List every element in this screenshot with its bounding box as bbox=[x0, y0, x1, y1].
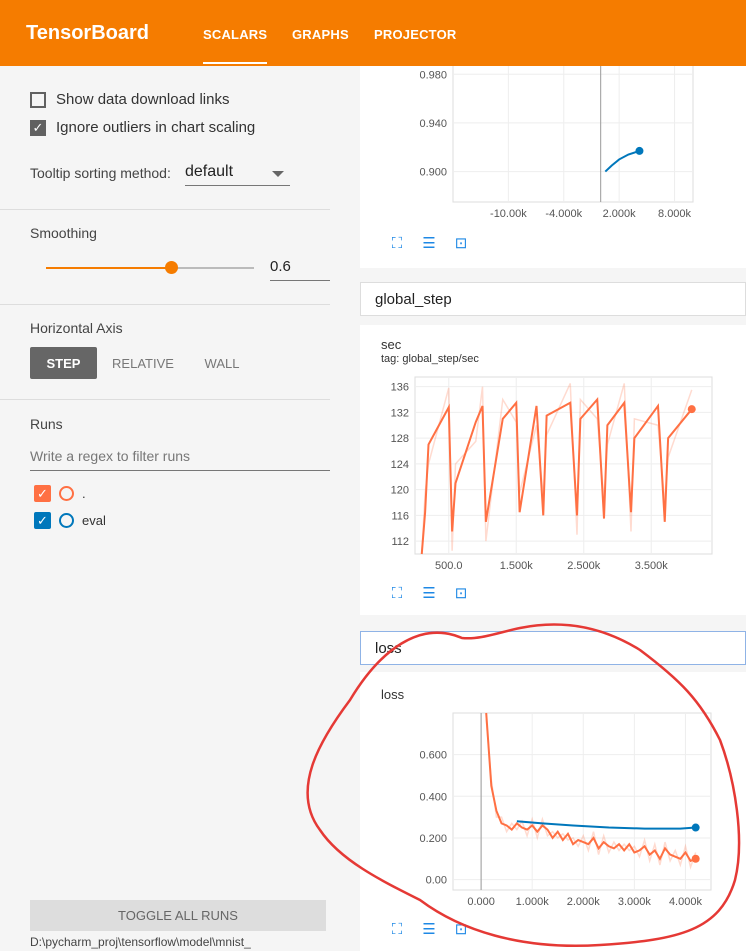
x-tick-label: 1.500k bbox=[500, 560, 534, 572]
y-tick-label: 120 bbox=[391, 485, 409, 497]
runs-label: Runs bbox=[30, 416, 63, 432]
plot-area bbox=[452, 712, 712, 891]
smoothing-slider-handle[interactable] bbox=[164, 261, 178, 274]
tab-graphs[interactable]: GRAPHS bbox=[292, 27, 349, 42]
divider bbox=[0, 304, 330, 305]
smoothing-label: Smoothing bbox=[30, 225, 97, 241]
run-name: eval bbox=[82, 513, 106, 528]
fit-to-screen-icon[interactable]: ⛶ bbox=[387, 234, 407, 252]
ignore-outliers-label: Ignore outliers in chart scaling bbox=[56, 119, 256, 136]
run-checkbox-train[interactable]: ✓ bbox=[34, 485, 51, 502]
raw-series-line bbox=[485, 719, 697, 870]
run-color-icon[interactable] bbox=[59, 513, 74, 528]
chart-toolbar: ⛶ ☰ ⊡ bbox=[387, 584, 471, 603]
group-header-loss[interactable]: loss bbox=[360, 631, 746, 665]
fit-to-screen-icon[interactable]: ⛶ bbox=[387, 584, 407, 602]
run-filter-input[interactable]: Write a regex to filter runs bbox=[30, 448, 330, 471]
tooltip-sorting-value: default bbox=[185, 163, 234, 180]
chart-toolbar: ⛶ ☰ ⊡ bbox=[387, 920, 471, 939]
x-tick-label: 3.500k bbox=[635, 560, 669, 572]
series-end-marker bbox=[691, 854, 700, 863]
x-tick-label: 1.000k bbox=[516, 896, 550, 908]
group-header-global-step[interactable]: global_step bbox=[360, 282, 746, 316]
y-tick-label: 0.600 bbox=[419, 750, 447, 762]
top-app-bar: TensorBoard SCALARS GRAPHS PROJECTOR bbox=[0, 0, 746, 66]
y-tick-label: 0.00 bbox=[426, 875, 447, 887]
x-tick-label: 0.000 bbox=[467, 896, 495, 908]
x-tick-label: 500.0 bbox=[435, 560, 463, 572]
y-tick-label: 136 bbox=[391, 382, 409, 394]
y-tick-label: 0.200 bbox=[419, 833, 447, 845]
series-end-marker bbox=[635, 146, 644, 155]
plot-area bbox=[452, 66, 694, 203]
y-tick-label: 124 bbox=[391, 459, 409, 471]
log-directory: D:\pycharm_proj\tensorflow\model\mnist_ bbox=[30, 935, 251, 949]
x-tick-label: 2.000k bbox=[603, 208, 637, 220]
x-tick-label: -10.00k bbox=[490, 208, 527, 220]
horizontal-axis-step-button[interactable]: STEP bbox=[30, 347, 97, 379]
y-tick-label: 0.940 bbox=[419, 118, 447, 130]
y-tick-label: 132 bbox=[391, 407, 409, 419]
run-name: . bbox=[82, 486, 86, 501]
show-download-links-label: Show data download links bbox=[56, 91, 230, 108]
run-color-icon[interactable] bbox=[59, 486, 74, 501]
show-download-links-option[interactable]: Show data download links bbox=[30, 91, 229, 108]
dropdown-arrow-icon bbox=[272, 171, 284, 177]
fit-to-screen-icon[interactable]: ⛶ bbox=[387, 920, 407, 938]
smoothing-slider[interactable] bbox=[46, 261, 254, 274]
y-tick-label: 116 bbox=[391, 510, 409, 522]
app-title: TensorBoard bbox=[26, 22, 149, 44]
show-download-links-checkbox[interactable] bbox=[30, 91, 46, 108]
y-tick-label: 0.900 bbox=[419, 167, 447, 179]
y-tick-label: 128 bbox=[391, 433, 409, 445]
toggle-all-runs-button[interactable]: TOGGLE ALL RUNS bbox=[30, 900, 326, 931]
tooltip-sorting-label: Tooltip sorting method: bbox=[30, 165, 171, 181]
series-end-marker bbox=[687, 405, 696, 414]
divider bbox=[0, 209, 330, 210]
toggle-log-scale-icon[interactable]: ☰ bbox=[419, 584, 439, 602]
ignore-outliers-option[interactable]: Ignore outliers in chart scaling bbox=[30, 119, 255, 136]
toggle-log-scale-icon[interactable]: ☰ bbox=[419, 234, 439, 252]
ignore-outliers-checkbox[interactable] bbox=[30, 119, 46, 136]
horizontal-axis-relative-button[interactable]: RELATIVE bbox=[106, 347, 180, 379]
tab-projector[interactable]: PROJECTOR bbox=[374, 27, 456, 42]
y-tick-label: 0.980 bbox=[419, 69, 447, 81]
tab-scalars[interactable]: SCALARS bbox=[203, 27, 268, 64]
smoothing-value-input[interactable]: 0.6 bbox=[270, 258, 330, 281]
x-tick-label: 4.000k bbox=[669, 896, 703, 908]
run-item-eval[interactable]: ✓ eval bbox=[34, 512, 106, 529]
chart-toolbar: ⛶ ☰ ⊡ bbox=[387, 234, 471, 253]
horizontal-axis-wall-button[interactable]: WALL bbox=[192, 347, 252, 379]
x-tick-label: 2.000k bbox=[567, 896, 601, 908]
series-line-eval bbox=[604, 149, 640, 173]
fit-domain-icon[interactable]: ⊡ bbox=[451, 234, 471, 252]
series-end-marker bbox=[691, 823, 700, 832]
y-tick-label: 0.400 bbox=[419, 791, 447, 803]
smoothing-slider-fill bbox=[46, 267, 171, 269]
run-item-train[interactable]: ✓ . bbox=[34, 485, 86, 502]
x-tick-label: -4.000k bbox=[545, 208, 582, 220]
tooltip-sorting-select[interactable]: default bbox=[185, 163, 290, 186]
sidebar: Show data download links Ignore outliers… bbox=[0, 66, 344, 951]
toggle-log-scale-icon[interactable]: ☰ bbox=[419, 920, 439, 938]
run-checkbox-eval[interactable]: ✓ bbox=[34, 512, 51, 529]
loss-chart[interactable]: 0.00 0.200 0.400 0.600 0.000 1.000k 2.000k 3.00… bbox=[360, 672, 746, 951]
horizontal-axis-label: Horizontal Axis bbox=[30, 320, 123, 336]
divider bbox=[0, 399, 330, 400]
fit-domain-icon[interactable]: ⊡ bbox=[451, 584, 471, 602]
global-step-sec-chart[interactable]: 112 116 120 124 128 132 136 500.0 1.500k 2.500k 3.… bbox=[360, 325, 746, 615]
x-tick-label: 8.000k bbox=[658, 208, 692, 220]
y-tick-label: 112 bbox=[391, 536, 409, 548]
x-tick-label: 3.000k bbox=[618, 896, 652, 908]
x-tick-label: 2.500k bbox=[567, 560, 601, 572]
fit-domain-icon[interactable]: ⊡ bbox=[451, 920, 471, 938]
